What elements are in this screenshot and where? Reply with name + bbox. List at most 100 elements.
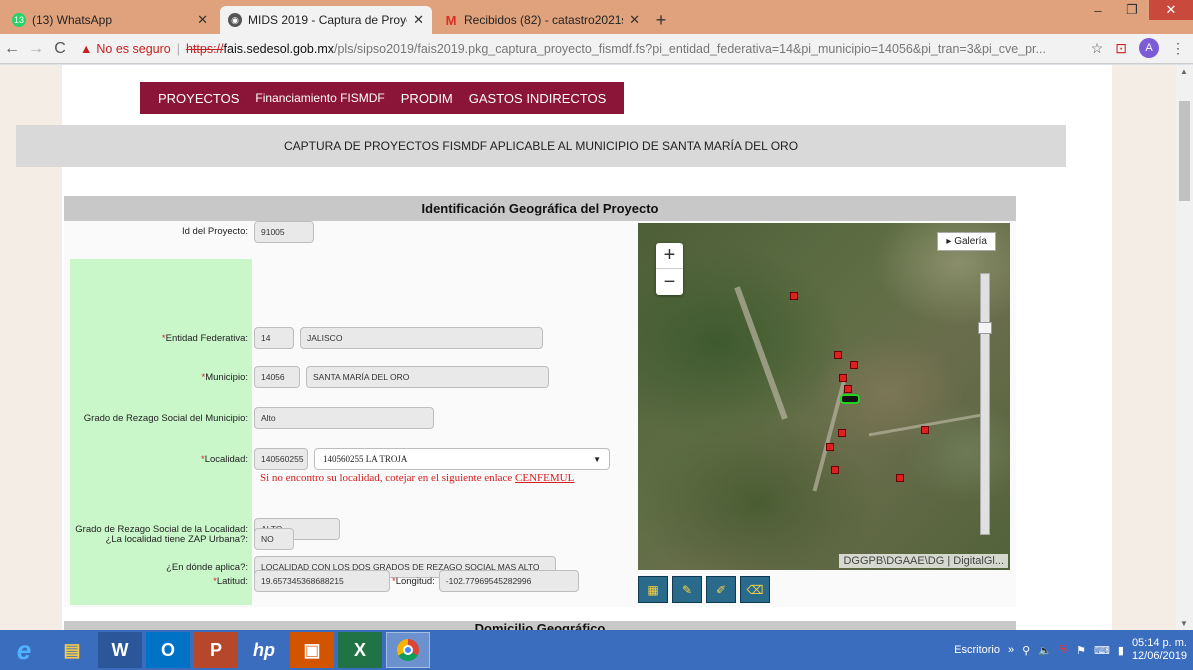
nav-prodim[interactable]: PRODIM bbox=[401, 91, 453, 106]
url-host: fais.sedesol.gob.mx bbox=[223, 41, 334, 56]
project-marker[interactable] bbox=[844, 385, 852, 393]
project-marker[interactable] bbox=[790, 292, 798, 300]
url-path: /pls/sipso2019/fais2019.pkg_captura_proy… bbox=[334, 41, 1046, 56]
main-nav: PROYECTOS Financiamiento FISMDF PRODIM G… bbox=[140, 82, 625, 114]
menu-icon[interactable]: ⋮ bbox=[1171, 40, 1185, 57]
chrome-icon[interactable] bbox=[386, 632, 430, 668]
excel-icon[interactable]: X bbox=[338, 632, 382, 668]
flag-icon[interactable]: ⚑ bbox=[1076, 644, 1086, 657]
window-controls: – ❐ ✕ bbox=[1081, 0, 1193, 20]
localidad-code-field[interactable]: 140560255 bbox=[254, 448, 308, 470]
tray-expand-icon[interactable]: » bbox=[1008, 644, 1014, 656]
close-tab-icon[interactable]: ✕ bbox=[197, 12, 208, 28]
acrobat-icon[interactable]: ▣ bbox=[290, 632, 334, 668]
scroll-down-icon[interactable]: ▼ bbox=[1180, 619, 1188, 628]
project-marker[interactable] bbox=[839, 374, 847, 382]
scrollbar-thumb[interactable] bbox=[1179, 101, 1190, 201]
browser-tab-bar: 13 (13) WhatsApp ✕ ◉ MIDS 2019 - Captura… bbox=[0, 0, 1193, 34]
zap-urbana-label: ¿La localidad tiene ZAP Urbana?: bbox=[105, 533, 248, 545]
maximize-button[interactable]: ❐ bbox=[1115, 0, 1149, 20]
reload-button[interactable]: C bbox=[48, 40, 72, 58]
municipio-code-field[interactable]: 14056 bbox=[254, 366, 300, 388]
project-marker[interactable] bbox=[896, 474, 904, 482]
project-marker[interactable] bbox=[834, 351, 842, 359]
cenfemul-link[interactable]: CENFEMUL bbox=[515, 472, 574, 484]
back-button[interactable]: ← bbox=[0, 40, 24, 58]
warning-icon[interactable]: ▲ bbox=[80, 42, 92, 56]
tab-whatsapp[interactable]: 13 (13) WhatsApp ✕ bbox=[4, 6, 216, 34]
project-marker[interactable] bbox=[838, 429, 846, 437]
municipio-label: *Municipio: bbox=[64, 372, 254, 383]
address-bar: ← → C ▲ No es seguro | https:// fais.sed… bbox=[0, 34, 1193, 64]
clock[interactable]: 05:14 p. m. 12/06/2019 bbox=[1132, 637, 1187, 663]
row-rezago-municipio: Grado de Rezago Social del Municipio: Al… bbox=[64, 407, 440, 429]
scroll-up-icon[interactable]: ▲ bbox=[1180, 67, 1188, 76]
map-layer-buttons: ▦ ✎ ✐ ⌫ bbox=[638, 576, 770, 603]
keyboard-icon[interactable]: ⌨ bbox=[1094, 644, 1110, 657]
zoom-in-button[interactable]: + bbox=[656, 243, 683, 269]
project-marker[interactable] bbox=[831, 466, 839, 474]
project-marker[interactable] bbox=[826, 443, 834, 451]
battery-icon[interactable]: ▮ bbox=[1118, 644, 1124, 657]
id-proyecto-field[interactable]: 91005 bbox=[254, 221, 314, 243]
layer-draw-icon[interactable]: ✐ bbox=[706, 576, 736, 603]
bookmark-star-icon[interactable]: ☆ bbox=[1091, 40, 1104, 57]
project-marker[interactable] bbox=[850, 361, 858, 369]
url-input[interactable]: ▲ No es seguro | https:// fais.sedesol.g… bbox=[80, 37, 1080, 61]
localidad-select[interactable]: 140560255 LA TROJA ▼ bbox=[314, 448, 610, 470]
zoom-out-button[interactable]: − bbox=[656, 269, 683, 295]
gallery-button[interactable]: ▸ Galería bbox=[937, 232, 996, 251]
nav-gastos-indirectos[interactable]: GASTOS INDIRECTOS bbox=[469, 91, 607, 106]
localidad-label: *Localidad: bbox=[64, 454, 254, 465]
project-marker[interactable] bbox=[921, 426, 929, 434]
zoom-slider-handle[interactable] bbox=[978, 322, 992, 334]
powerpoint-icon[interactable]: P bbox=[194, 632, 238, 668]
rezago-municipio-field[interactable]: Alto bbox=[254, 407, 434, 429]
municipio-name-field[interactable]: SANTA MARÍA DEL ORO bbox=[306, 366, 549, 388]
row-municipio: *Municipio: 14056 SANTA MARÍA DEL ORO bbox=[64, 366, 555, 388]
word-icon[interactable]: W bbox=[98, 632, 142, 668]
forward-button[interactable]: → bbox=[24, 40, 48, 58]
outlook-icon[interactable]: O bbox=[146, 632, 190, 668]
layer-edit-icon[interactable]: ✎ bbox=[672, 576, 702, 603]
chrome-logo bbox=[397, 639, 419, 661]
volume-icon[interactable]: 🔈 bbox=[1038, 644, 1052, 657]
nav-proyectos[interactable]: PROYECTOS bbox=[158, 91, 239, 106]
page-scrollbar[interactable]: ▲ ▼ bbox=[1176, 65, 1193, 630]
new-tab-button[interactable]: + bbox=[648, 6, 674, 34]
tab-gmail[interactable]: M Recibidos (82) - catastro2021sm ✕ bbox=[436, 6, 648, 34]
desktop-toolbar-label[interactable]: Escritorio bbox=[954, 644, 1000, 656]
network-icon[interactable]: ⚲ bbox=[1022, 644, 1030, 657]
extension-icon[interactable]: ⊡ bbox=[1115, 40, 1127, 57]
minimize-button[interactable]: – bbox=[1081, 0, 1115, 20]
entidad-label: *Entidad Federativa: bbox=[64, 333, 254, 344]
satellite-map[interactable]: + − ▸ Galería DGGPB\DGAAE\DG | DigitalGl… bbox=[638, 223, 1010, 570]
url-scheme: https:// bbox=[185, 41, 224, 56]
close-tab-icon[interactable]: ✕ bbox=[413, 12, 424, 28]
security-shield-icon[interactable]: ⛨ bbox=[1060, 644, 1068, 657]
entidad-code-field[interactable]: 14 bbox=[254, 327, 294, 349]
file-explorer-icon[interactable]: ▤ bbox=[50, 632, 94, 668]
tab-mids[interactable]: ◉ MIDS 2019 - Captura de Proyect ✕ bbox=[220, 6, 432, 34]
toolbar-right: ☆ ⊡ A ⋮ bbox=[1091, 38, 1185, 58]
chrome-logo-center bbox=[403, 645, 413, 655]
hp-icon[interactable]: hp bbox=[242, 632, 286, 668]
row-id-proyecto: Id del Proyecto: 91005 bbox=[64, 221, 320, 243]
entidad-name-field[interactable]: JALISCO bbox=[300, 327, 543, 349]
longitud-field[interactable]: -102.77969545282996 bbox=[438, 570, 579, 592]
nav-financiamiento[interactable]: Financiamiento FISMDF bbox=[255, 91, 384, 105]
selected-location-marker[interactable] bbox=[840, 394, 860, 404]
layer-erase-icon[interactable]: ⌫ bbox=[740, 576, 770, 603]
zoom-slider[interactable] bbox=[978, 273, 992, 535]
system-tray: Escritorio » ⚲ 🔈 ⛨ ⚑ ⌨ ▮ 05:14 p. m. 12/… bbox=[954, 630, 1187, 670]
latitud-field[interactable]: 19.657345368688215 bbox=[254, 570, 390, 592]
security-label[interactable]: No es seguro bbox=[96, 42, 170, 56]
profile-avatar[interactable]: A bbox=[1139, 38, 1159, 58]
layer-map-icon[interactable]: ▦ bbox=[638, 576, 668, 603]
ie-icon[interactable]: e bbox=[2, 632, 46, 668]
close-window-button[interactable]: ✕ bbox=[1149, 0, 1193, 20]
row-entidad: *Entidad Federativa: 14 JALISCO bbox=[64, 327, 549, 349]
longitud-label: *Longitud: bbox=[392, 576, 439, 587]
zap-urbana-field[interactable]: NO bbox=[254, 528, 294, 550]
close-tab-icon[interactable]: ✕ bbox=[629, 12, 640, 28]
